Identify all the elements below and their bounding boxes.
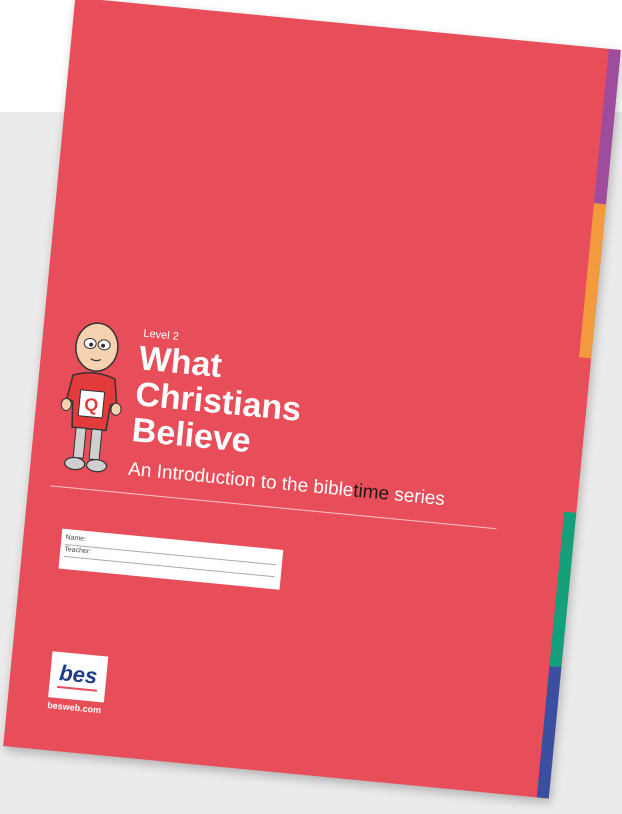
bes-logo: bes [48,651,109,703]
book-subtitle: An Introduction to the bibletime series [127,459,446,511]
name-box: Name: Teacher: [58,528,284,590]
book-cover: Q Level 2 What Christians Believe An Int… [3,0,621,799]
character-illustration: Q [60,322,122,473]
subtitle-suffix: series [388,483,446,511]
logo-text: bes [58,660,99,689]
subtitle-highlight: time [352,480,391,505]
subtitle-text: An Introduction to the bible [127,458,355,502]
cover-page: Q Level 2 What Christians Believe An Int… [3,0,621,799]
book-title: What Christians Believe [130,339,306,463]
shirt-letter: Q [83,394,99,415]
website-url: besweb.com [46,700,102,716]
